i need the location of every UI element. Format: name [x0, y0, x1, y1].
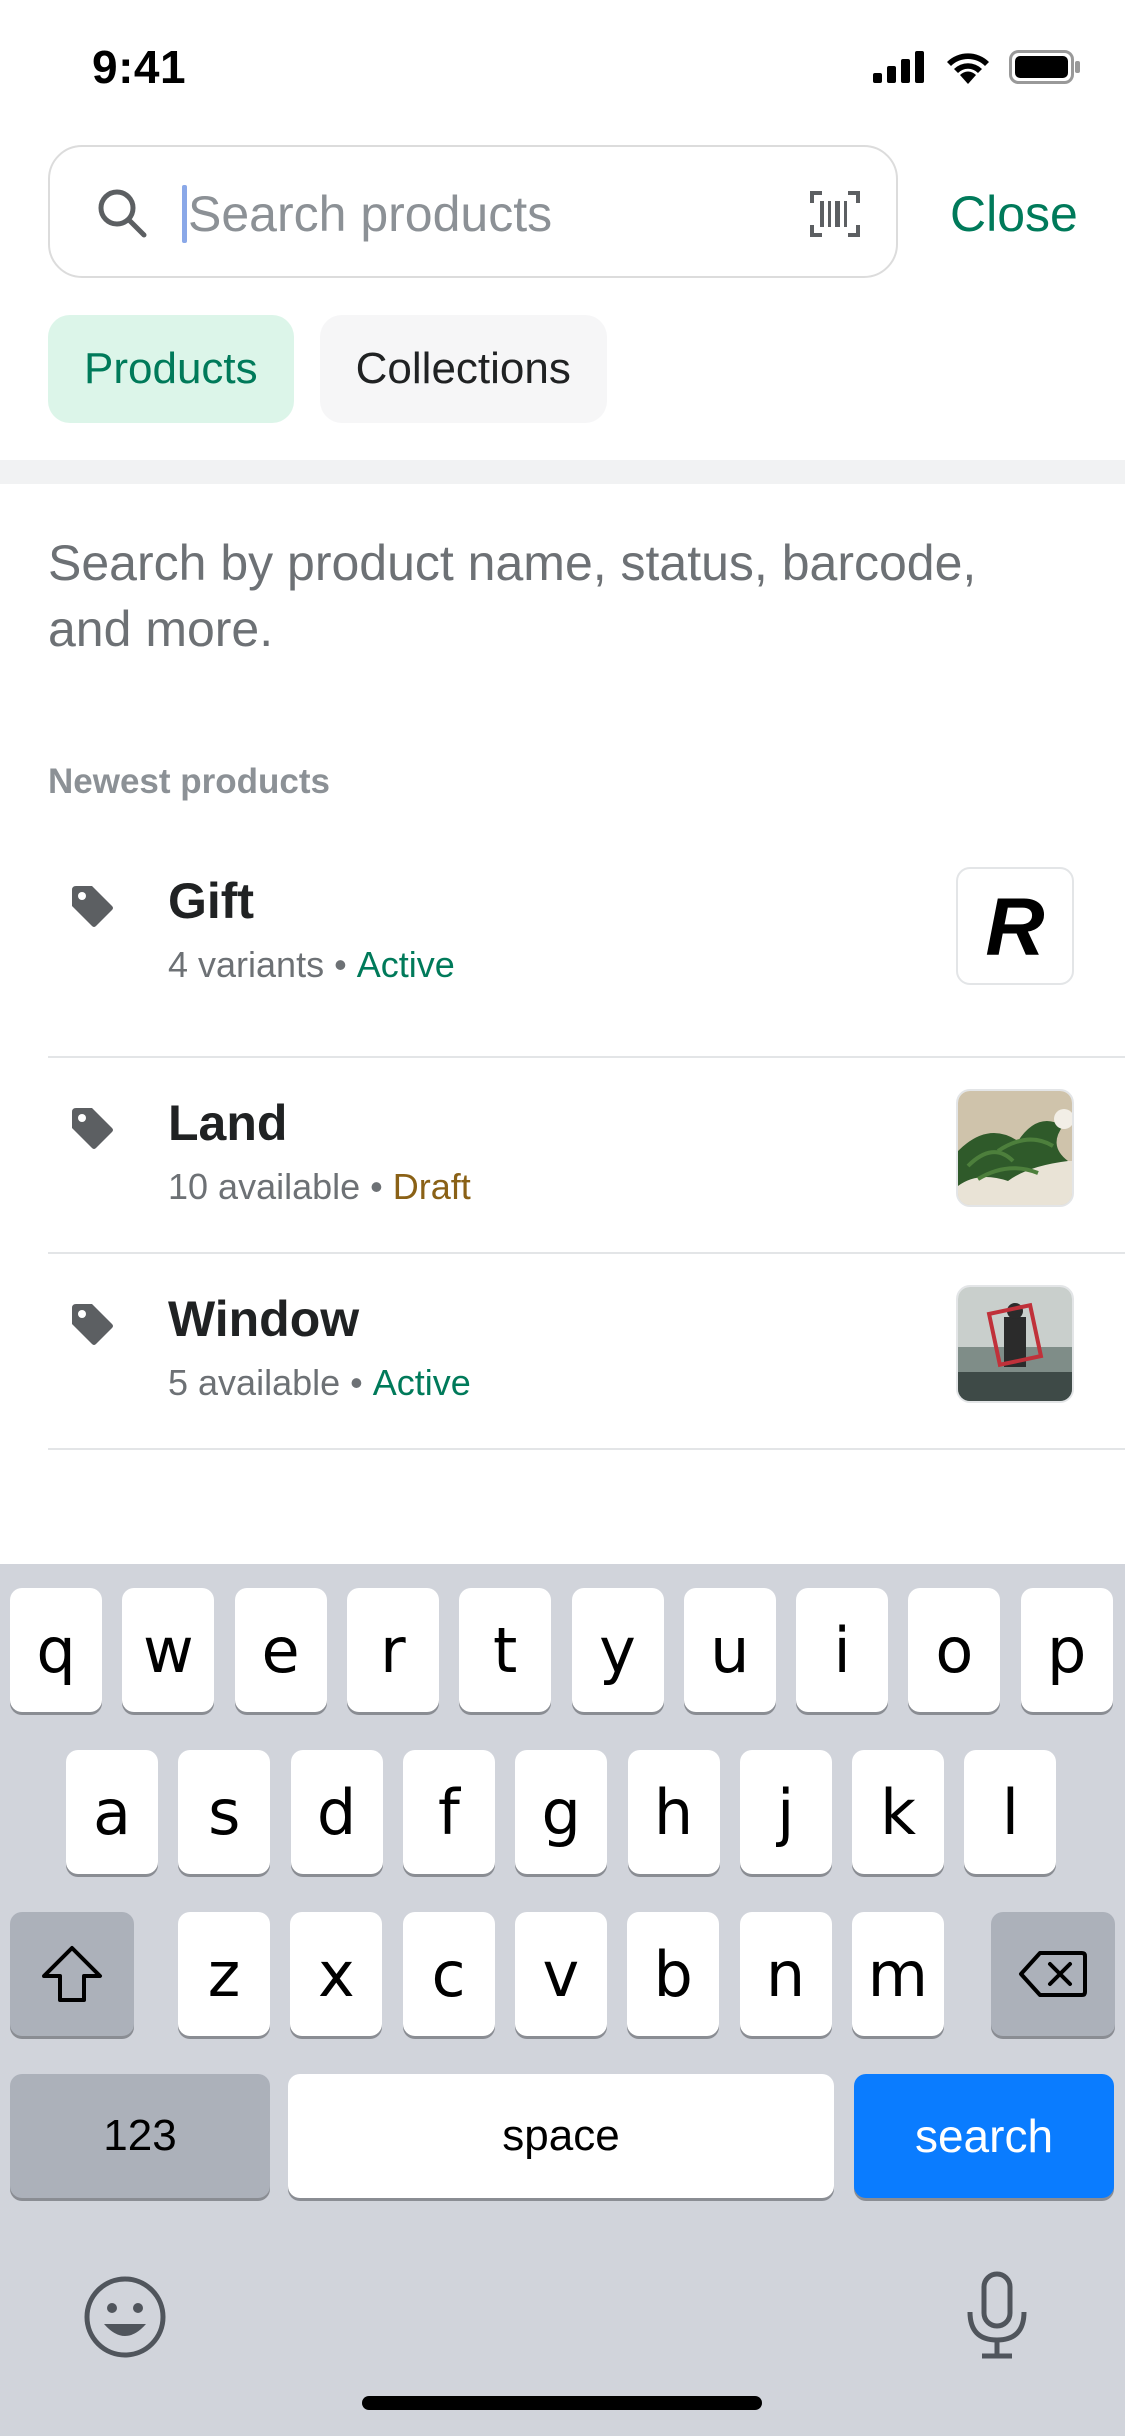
key-i[interactable]: i	[796, 1588, 889, 1712]
product-name: Gift	[168, 873, 255, 929]
close-button[interactable]: Close	[950, 185, 1078, 243]
key-n[interactable]: n	[739, 1912, 832, 2036]
status-badge: Active	[372, 1362, 471, 1403]
product-meta: 10 available • Draft	[168, 1166, 471, 1208]
product-name: Window	[168, 1291, 360, 1347]
tab-collections[interactable]: Collections	[319, 315, 607, 423]
key-v[interactable]: v	[514, 1912, 607, 2036]
r-logo-image: R	[985, 882, 1044, 973]
ios-keyboard: qwertyuiop asdfghjkl zxcvbnm 123 space s…	[0, 1564, 1125, 2436]
product-availability: 4 variants	[168, 944, 325, 985]
battery-icon	[1009, 50, 1080, 84]
key-w[interactable]: w	[122, 1588, 215, 1712]
delete-key[interactable]	[991, 1912, 1115, 2036]
list-item-window[interactable]: Window 5 available • Active	[48, 1254, 1125, 1450]
svg-text:R: R	[985, 882, 1044, 973]
key-l[interactable]: l	[964, 1750, 1057, 1874]
list-item-land[interactable]: Land 10 available • Draft	[48, 1058, 1125, 1254]
key-x[interactable]: x	[290, 1912, 383, 2036]
key-u[interactable]: u	[683, 1588, 776, 1712]
status-time: 9:41	[92, 41, 187, 93]
tab-products[interactable]: Products	[48, 315, 294, 423]
search-scope-tabs: Products Collections	[48, 315, 607, 423]
microphone-icon[interactable]	[962, 2270, 1032, 2362]
status-icons	[873, 50, 1081, 84]
separator-dot: •	[334, 944, 347, 985]
key-s[interactable]: s	[178, 1750, 271, 1874]
status-badge: Active	[356, 944, 455, 985]
barcode-scan-icon[interactable]	[810, 191, 860, 237]
key-f[interactable]: f	[402, 1750, 495, 1874]
tag-icon	[72, 886, 113, 927]
backspace-icon	[1019, 1951, 1087, 1997]
product-meta: 4 variants • Active	[168, 944, 455, 986]
cellular-signal-icon	[873, 51, 924, 83]
key-d[interactable]: d	[290, 1750, 383, 1874]
plant-photo-image	[958, 1091, 1072, 1205]
product-name: Land	[168, 1095, 288, 1151]
status-badge: Draft	[392, 1166, 471, 1207]
product-list: Gift 4 variants • Active R Land 10 availab…	[48, 862, 1125, 1450]
key-b[interactable]: b	[627, 1912, 720, 2036]
key-q[interactable]: q	[10, 1588, 102, 1712]
status-bar: 9:41	[0, 0, 1125, 130]
section-divider	[0, 460, 1125, 484]
key-a[interactable]: a	[66, 1750, 158, 1874]
product-availability: 10 available	[168, 1166, 361, 1207]
key-t[interactable]: t	[459, 1588, 552, 1712]
key-k[interactable]: k	[852, 1750, 945, 1874]
shift-arrow-icon	[42, 1946, 102, 2002]
search-box[interactable]	[48, 145, 898, 278]
key-c[interactable]: c	[402, 1912, 495, 2036]
person-in-water-photo-image	[958, 1287, 1072, 1401]
home-indicator[interactable]	[362, 2396, 762, 2410]
numbers-key[interactable]: 123	[10, 2074, 270, 2198]
key-y[interactable]: y	[571, 1588, 664, 1712]
search-row: Close	[48, 145, 1078, 280]
product-thumbnail	[956, 1089, 1074, 1207]
product-availability: 5 available	[168, 1362, 341, 1403]
search-key[interactable]: search	[854, 2074, 1114, 2198]
product-thumbnail	[956, 1285, 1074, 1403]
wifi-icon	[947, 53, 989, 84]
key-m[interactable]: m	[851, 1912, 944, 2036]
key-h[interactable]: h	[627, 1750, 720, 1874]
emoji-icon[interactable]	[82, 2274, 168, 2360]
search-input[interactable]	[184, 175, 712, 253]
key-z[interactable]: z	[178, 1912, 270, 2036]
newest-products-heading: Newest products	[48, 762, 330, 801]
tag-icon	[72, 1108, 113, 1149]
separator-dot: •	[350, 1362, 363, 1403]
product-thumbnail: R	[956, 867, 1074, 985]
list-item-gift[interactable]: Gift 4 variants • Active R	[48, 862, 1125, 1058]
key-g[interactable]: g	[515, 1750, 608, 1874]
space-key[interactable]: space	[288, 2074, 834, 2198]
key-r[interactable]: r	[346, 1588, 439, 1712]
search-icon	[98, 189, 147, 238]
key-j[interactable]: j	[739, 1750, 832, 1874]
search-hint-text: Search by product name, status, barcode,…	[48, 535, 977, 657]
shift-key[interactable]	[10, 1912, 134, 2036]
separator-dot: •	[370, 1166, 383, 1207]
product-meta: 5 available • Active	[168, 1362, 471, 1404]
key-p[interactable]: p	[1020, 1588, 1113, 1712]
tag-icon	[72, 1304, 113, 1345]
key-o[interactable]: o	[908, 1588, 1001, 1712]
key-e[interactable]: e	[234, 1588, 327, 1712]
